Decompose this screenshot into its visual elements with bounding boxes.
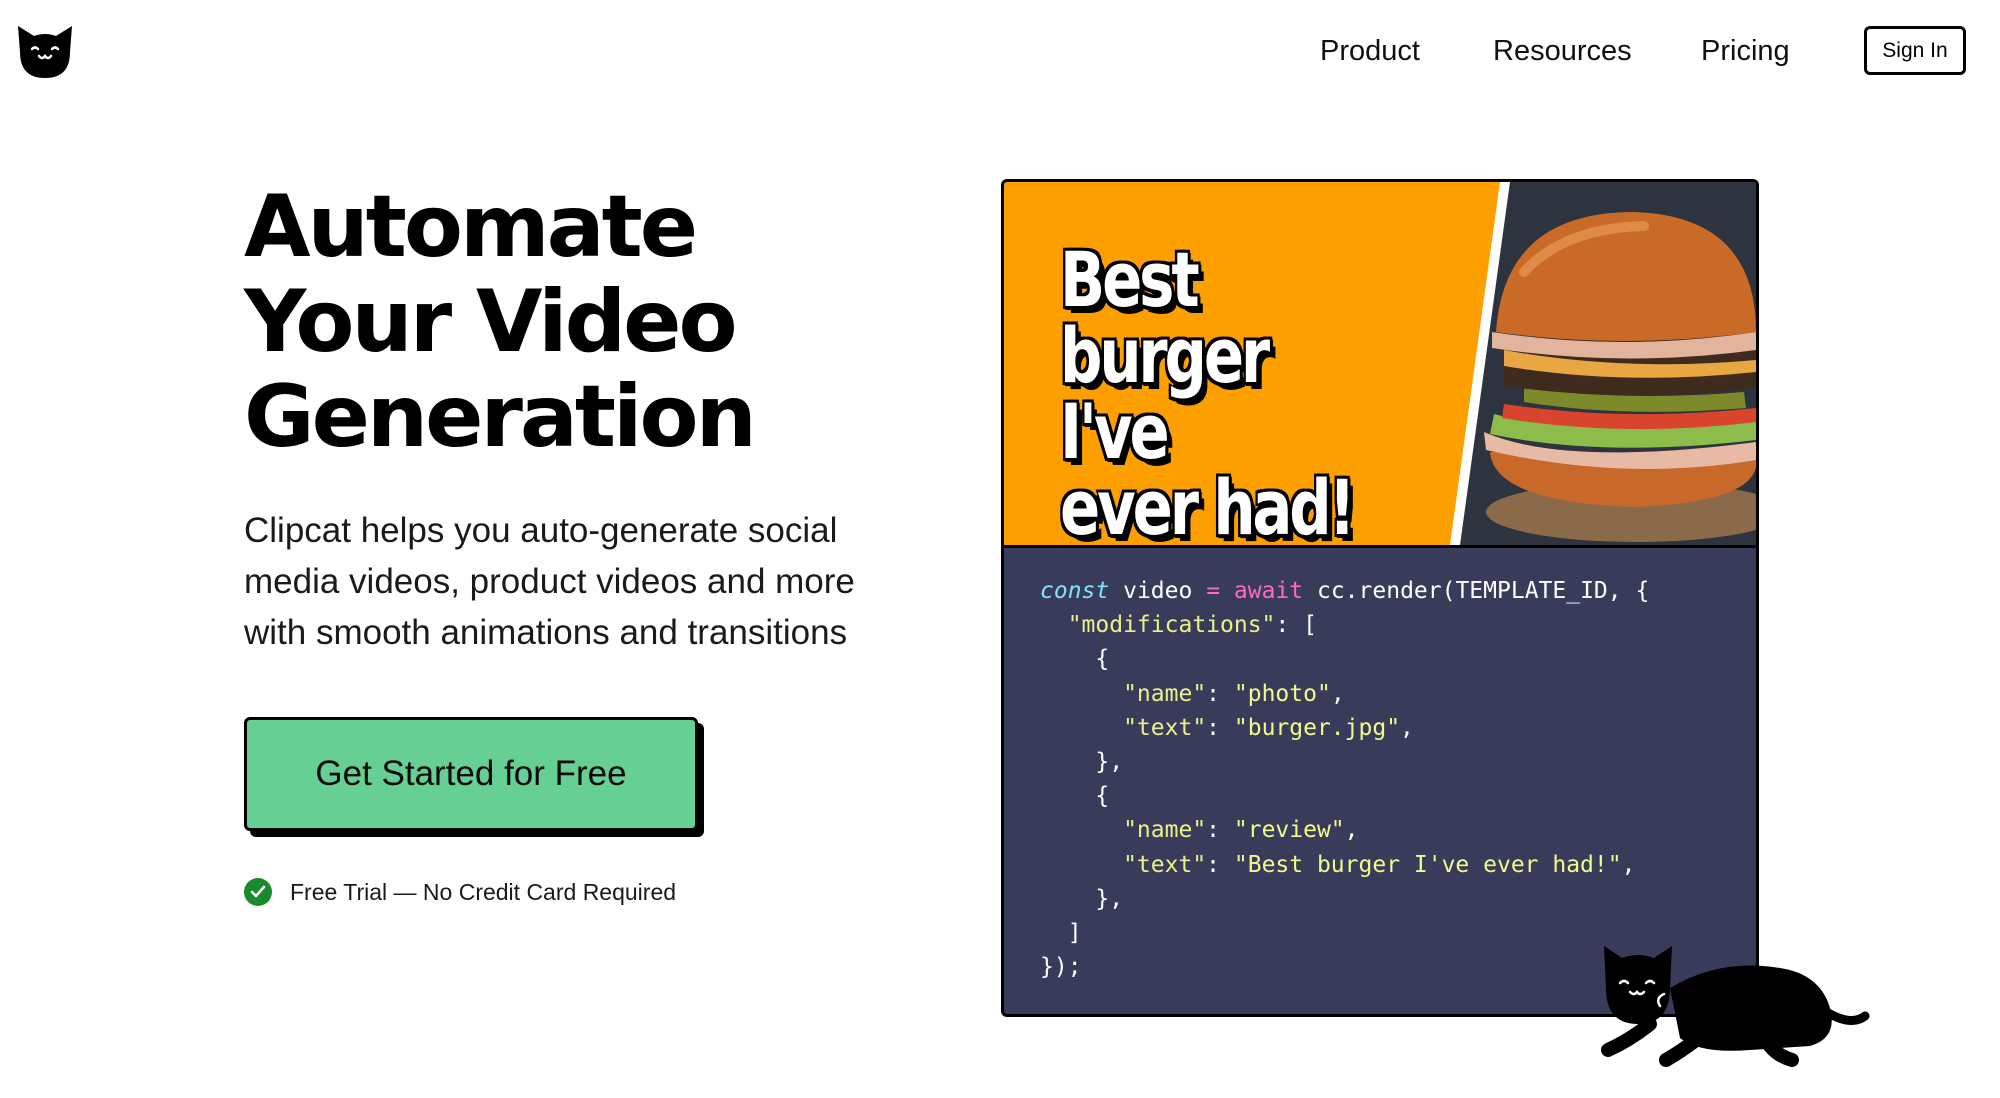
card-divider [1004,545,1756,548]
nav-resources[interactable]: Resources [1493,26,1632,76]
nav-product[interactable]: Product [1320,26,1420,76]
code-line: "modifications": [ [1040,612,1317,639]
hero-title-line: Your Video [244,272,738,372]
code-line: "name": "review", [1040,817,1359,844]
trial-note: Free Trial — No Credit Card Required [244,877,676,907]
video-caption-line: burger I've [1060,311,1270,476]
hero-title: Automate Your Video Generation [244,180,864,465]
code-line: { [1040,646,1110,673]
code-line: ] [1040,920,1082,947]
hero-title-line: Automate [244,177,698,277]
code-line: "text": "burger.jpg", [1040,714,1414,741]
hero-title-line: Generation [244,367,757,467]
demo-card: Best burger I've ever had! const video =… [1001,179,1759,1017]
check-circle-icon [244,878,272,906]
hero-subtitle: Clipcat helps you auto-generate social m… [244,505,924,658]
code-line: "text": "Best burger I've ever had!", [1040,851,1636,878]
code-line: }, [1040,885,1124,912]
clipcat-logo[interactable] [14,22,76,80]
code-line: const video = await cc.render(TEMPLATE_I… [1040,578,1650,604]
code-line: { [1040,783,1110,810]
code-line: }, [1040,749,1124,776]
lying-cat-icon [1601,946,1870,1067]
hero-subtitle-line: media videos, product videos and more [244,562,855,601]
trial-note-text: Free Trial — No Credit Card Required [290,878,677,905]
hero-subtitle-line: with smooth animations and transitions [244,613,848,652]
video-caption-line: ever had! [1060,463,1356,546]
video-preview-image: Best burger I've ever had! [1004,182,1756,545]
nav-pricing[interactable]: Pricing [1701,26,1790,76]
cat-mascot-illustration [1600,928,1870,1068]
code-line: }); [1040,954,1082,981]
video-caption: Best burger I've ever had! [1060,235,1372,546]
sign-in-button[interactable]: Sign In [1864,26,1966,75]
video-caption-line: Best [1060,235,1200,324]
hero-subtitle-line: Clipcat helps you auto-generate social [244,511,838,550]
get-started-button[interactable]: Get Started for Free [244,717,698,831]
code-snippet: const video = await cc.render(TEMPLATE_I… [1040,574,1649,984]
cat-face-icon [18,26,72,78]
code-line: "name": "photo", [1040,680,1345,707]
